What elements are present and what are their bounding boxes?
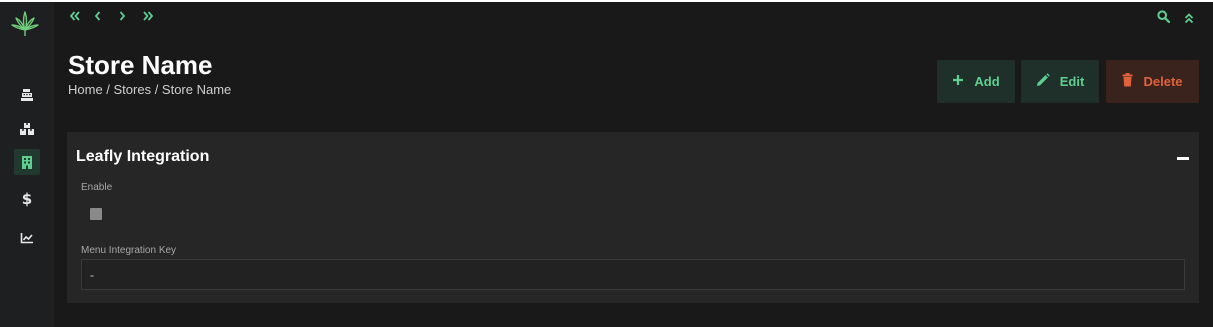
edit-button[interactable]: Edit — [1021, 60, 1099, 103]
add-button-label: Add — [974, 74, 1000, 89]
edit-button-label: Edit — [1059, 74, 1085, 89]
delete-button-label: Delete — [1143, 74, 1183, 89]
dollar-icon: $ — [21, 189, 33, 208]
sidebar-item-finance[interactable]: $ — [14, 186, 40, 212]
breadcrumb[interactable]: Home / Stores / Store Name — [68, 82, 231, 97]
menu-integration-key-input[interactable] — [81, 259, 1185, 290]
delete-button[interactable]: Delete — [1106, 60, 1199, 103]
add-button[interactable]: Add — [937, 60, 1015, 103]
chart-line-icon — [20, 232, 34, 244]
sidebar: $ — [0, 2, 54, 327]
minus-icon — [1177, 156, 1189, 160]
cash-register-icon — [20, 88, 34, 102]
double-left-icon[interactable] — [67, 8, 83, 24]
search-icon[interactable] — [1155, 8, 1171, 24]
chevron-left-icon[interactable] — [92, 8, 104, 24]
boxes-icon — [19, 122, 35, 136]
enable-checkbox[interactable] — [90, 208, 102, 220]
collapse-button[interactable] — [1175, 150, 1191, 166]
sidebar-item-register[interactable] — [14, 82, 40, 108]
chevron-right-icon[interactable] — [116, 8, 128, 24]
pencil-icon — [1036, 73, 1050, 90]
sidebar-item-inventory[interactable] — [14, 116, 40, 142]
trash-icon — [1122, 73, 1133, 90]
card-title: Leafly Integration — [76, 148, 210, 165]
double-up-icon[interactable] — [1182, 10, 1196, 26]
double-right-icon[interactable] — [140, 8, 156, 24]
app-window: $ Store Name Home / Stores / Store Name … — [0, 0, 1213, 327]
page-title: Store Name — [68, 50, 213, 80]
plus-icon — [952, 74, 964, 89]
leafly-integration-card: Leafly Integration Enable Menu Integrati… — [67, 132, 1199, 303]
enable-label: Enable — [81, 182, 113, 193]
sidebar-item-stores[interactable] — [14, 149, 40, 175]
sidebar-item-reports[interactable] — [14, 225, 40, 251]
menu-integration-key-label: Menu Integration Key — [81, 245, 177, 256]
main-panel: Store Name Home / Stores / Store Name Ad… — [54, 2, 1213, 327]
building-icon — [21, 155, 33, 170]
cannabis-leaf-logo[interactable] — [10, 10, 40, 38]
